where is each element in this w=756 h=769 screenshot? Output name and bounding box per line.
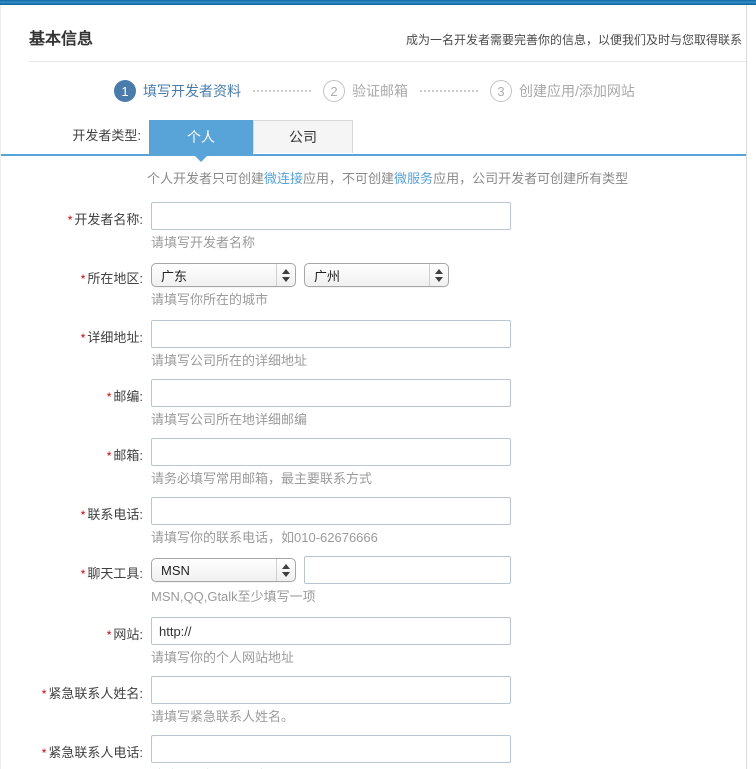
required-asterisk: * [80, 331, 86, 345]
weilianjie-link[interactable]: 微连接 [264, 171, 303, 186]
step-3-number: 3 [490, 80, 512, 102]
tab-personal[interactable]: 个人 [149, 120, 253, 162]
developer-type-label: 开发者类型: [72, 128, 141, 143]
field-label: * 详细地址: [80, 330, 143, 345]
step-separator-dots [420, 90, 478, 92]
select-updown-icon [429, 264, 448, 286]
field-hint: 请填写紧急联系人姓名。 [151, 709, 295, 724]
step-3-create-app: 3 创建应用/添加网站 [490, 80, 635, 102]
developer-type-tabs: 个人 公司 [149, 120, 353, 162]
form-row-address: * 详细地址: 请填写公司所在的详细地址 [1, 320, 746, 369]
required-asterisk: * [80, 567, 86, 581]
active-tab-arrow-icon [193, 154, 209, 162]
required-asterisk: * [80, 508, 86, 522]
step-1-number: 1 [114, 80, 136, 102]
step-1-label: 填写开发者资料 [143, 83, 241, 99]
note-text: 应用，公司开发者可创建所有类型 [433, 171, 629, 186]
field-label: * 网站: [106, 627, 143, 642]
postcode-input[interactable] [151, 379, 511, 407]
field-hint: 请填写公司所在地详细邮编 [151, 412, 308, 427]
page-header: 基本信息 成为一名开发者需要完善你的信息，以便我们及时与您取得联系 [1, 5, 746, 49]
field-label: * 邮编: [106, 389, 143, 404]
step-2-label: 验证邮箱 [352, 83, 408, 99]
page-subtitle: 成为一名开发者需要完善你的信息，以便我们及时与您取得联系 [405, 33, 742, 47]
tab-personal-label: 个人 [187, 129, 215, 145]
province-select[interactable]: 广东 [151, 263, 296, 287]
emergency-contact-name-input[interactable] [151, 676, 511, 704]
field-label: * 联系电话: [80, 507, 143, 522]
field-hint: 请填写你的个人网站地址 [151, 650, 295, 665]
field-hint: 请填写你的联系电话，如010-62676666 [151, 530, 378, 545]
form-row-emergency-phone: *紧急联系人电话: 请填写紧急联系人电话。 [1, 735, 746, 769]
wizard-steps: 1 填写开发者资料 2 验证邮箱 3 创建应用/添加网站 [114, 79, 746, 103]
field-label: * 聊天工具: [80, 566, 143, 581]
step-2-verify-email: 2 验证邮箱 [323, 80, 408, 102]
website-input[interactable] [151, 617, 511, 645]
basic-info-panel: 基本信息 成为一名开发者需要完善你的信息，以便我们及时与您取得联系 1 填写开发… [0, 5, 747, 769]
weifuwu-link[interactable]: 微服务 [394, 171, 433, 186]
select-updown-icon [276, 264, 295, 286]
field-hint: 请填写你所在的城市 [151, 292, 269, 307]
emergency-contact-phone-input[interactable] [151, 735, 511, 763]
field-label: * 邮箱: [106, 448, 143, 463]
form-row-phone: * 联系电话: 请填写你的联系电话，如010-62676666 [1, 497, 746, 546]
required-asterisk: * [80, 272, 86, 286]
field-hint: MSN,QQ,Gtalk至少填写一项 [151, 589, 316, 604]
required-asterisk: * [41, 687, 47, 701]
required-asterisk: * [106, 449, 112, 463]
step-1-fill-profile: 1 填写开发者资料 [114, 80, 241, 102]
select-updown-icon [276, 559, 295, 581]
chat-tool-select[interactable]: MSN [151, 558, 296, 582]
tab-company[interactable]: 公司 [253, 120, 353, 153]
province-selected-value: 广东 [161, 268, 188, 284]
form-row-postcode: * 邮编: 请填写公司所在地详细邮编 [1, 379, 746, 428]
form-row-emergency-name: * 紧急联系人姓名: 请填写紧急联系人姓名。 [1, 676, 746, 725]
field-label: * 紧急联系人姓名: [41, 686, 143, 701]
developer-type-band: 开发者类型: 个人 公司 [1, 120, 746, 162]
chat-account-input[interactable] [304, 556, 511, 584]
form-row-website: *网站: 请填写你的个人网站地址 [1, 617, 746, 666]
form-row-chat-tool: * 聊天工具: MSN MSN,QQ,Gtalk至少填写一项 [1, 556, 746, 605]
tab-company-label: 公司 [289, 129, 317, 145]
city-selected-value: 广州 [314, 268, 341, 284]
field-label: * 紧急联系人电话: [41, 745, 143, 760]
required-asterisk: * [106, 628, 112, 642]
step-2-number: 2 [323, 80, 345, 102]
step-separator-dots [253, 90, 311, 92]
form-row-email: * 邮箱: 请务必填写常用邮箱，最主要联系方式 [1, 438, 746, 487]
step-3-label: 创建应用/添加网站 [519, 83, 635, 99]
form-row-region: * 所在地区: 广东 广州 请填写你所在的城市 [1, 261, 746, 308]
phone-input[interactable] [151, 497, 511, 525]
email-input[interactable] [151, 438, 511, 466]
required-asterisk: * [106, 390, 112, 404]
note-text: 个人开发者只可创建 [147, 171, 265, 186]
basic-info-form: * 开发者名称: 请填写开发者名称 * 所在地区: 广东 广州 请填写你所在的城… [1, 202, 746, 769]
header-divider [29, 61, 746, 62]
page-title: 基本信息 [29, 31, 94, 48]
field-hint: 请务必填写常用邮箱，最主要联系方式 [151, 471, 373, 486]
required-asterisk: * [41, 746, 47, 760]
field-hint: 请填写公司所在的详细地址 [151, 353, 308, 368]
note-text: 应用，不可创建 [303, 171, 395, 186]
city-select[interactable]: 广州 [304, 263, 449, 287]
developer-name-input[interactable] [151, 202, 511, 230]
field-hint: 请填写开发者名称 [151, 235, 256, 250]
field-label: * 开发者名称: [67, 212, 143, 227]
required-asterisk: * [67, 213, 73, 227]
chat-tool-selected-value: MSN [161, 562, 190, 578]
form-row-developer-name: * 开发者名称: 请填写开发者名称 [1, 202, 746, 251]
developer-type-note: 个人开发者只可创建微连接应用，不可创建微服务应用，公司开发者可创建所有类型 [147, 168, 746, 187]
field-label: * 所在地区: [80, 271, 143, 286]
address-input[interactable] [151, 320, 511, 348]
